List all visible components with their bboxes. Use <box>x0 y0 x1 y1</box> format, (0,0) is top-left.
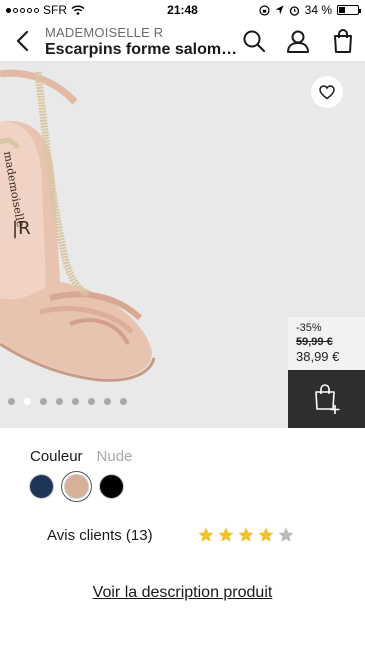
system-indicators: 34 % <box>259 3 361 17</box>
alarm-icon <box>289 5 299 16</box>
old-price: 59,99 € <box>296 336 333 348</box>
pagination-dot[interactable] <box>8 398 15 405</box>
selected-color-name: Nude <box>96 448 133 465</box>
top-nav-bar: MADEMOISELLE R Escarpins forme salomé... <box>0 20 365 62</box>
pagination-dot[interactable] <box>120 398 127 405</box>
star-icon <box>198 527 214 542</box>
add-to-bag-icon <box>314 384 339 414</box>
product-description-link[interactable]: Voir la description produit <box>0 584 365 602</box>
customer-reviews-link[interactable]: Avis clients (13) <box>47 527 153 544</box>
star-icon <box>278 527 294 542</box>
add-to-cart-button[interactable] <box>288 370 365 428</box>
battery-percent: 34 % <box>304 3 332 17</box>
battery-icon <box>337 5 361 15</box>
gallery-pagination[interactable] <box>8 398 127 405</box>
pagination-dot[interactable] <box>104 398 111 405</box>
pagination-dot[interactable] <box>40 398 47 405</box>
color-swatch[interactable] <box>64 474 89 499</box>
status-bar: SFR 21:48 34 % <box>0 0 365 20</box>
star-icon <box>258 527 274 542</box>
heart-icon <box>319 84 335 99</box>
product-image-gallery[interactable]: mademoiselle |R -35% 59,99 € 38,99 € <box>0 62 365 428</box>
add-to-wishlist-button[interactable] <box>311 76 343 108</box>
discount-badge: -35% <box>296 322 322 334</box>
star-icon <box>238 527 254 542</box>
price-box: -35% 59,99 € 38,99 € <box>288 317 365 370</box>
svg-text:|R: |R <box>12 218 31 239</box>
color-swatches <box>29 474 124 499</box>
color-swatch[interactable] <box>29 474 54 499</box>
star-rating[interactable] <box>197 526 295 544</box>
current-price: 38,99 € <box>296 349 340 364</box>
pagination-dot[interactable] <box>24 398 31 405</box>
brand-name: MADEMOISELLE R <box>45 25 164 40</box>
back-arrow-icon[interactable] <box>8 26 38 56</box>
star-icon <box>218 527 234 542</box>
color-swatch[interactable] <box>99 474 124 499</box>
pagination-dot[interactable] <box>56 398 63 405</box>
location-icon <box>275 5 284 15</box>
page-title: Escarpins forme salomé... <box>45 41 240 58</box>
pagination-dot[interactable] <box>72 398 79 405</box>
shopping-bag-icon[interactable] <box>330 28 356 54</box>
color-heading: Couleur <box>30 448 83 465</box>
header-titles: MADEMOISELLE R Escarpins forme salomé... <box>45 25 240 59</box>
pagination-dot[interactable] <box>88 398 95 405</box>
search-icon[interactable] <box>241 28 267 54</box>
color-label: Couleur Nude <box>30 448 132 465</box>
account-icon[interactable] <box>285 28 311 54</box>
lock-rotation-icon <box>259 4 270 16</box>
